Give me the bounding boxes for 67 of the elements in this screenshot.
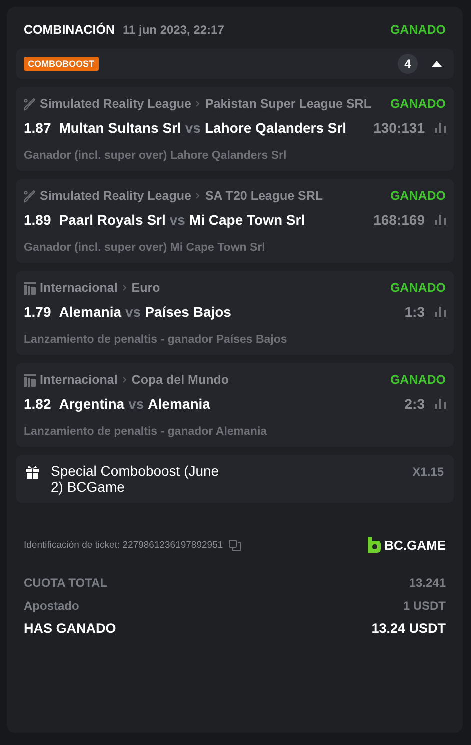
brand-logo-icon xyxy=(366,537,381,553)
league-name: SA T20 League SRL xyxy=(205,189,324,203)
bet-type: COMBINACIÓN xyxy=(24,23,115,37)
caret-icon[interactable] xyxy=(432,61,442,67)
copy-icon[interactable] xyxy=(229,540,242,550)
away-team: Mi Cape Town Srl xyxy=(189,212,306,228)
market-pick: Ganador (incl. super over) Mi Cape Town Srl xyxy=(24,241,266,256)
versus-label: vs xyxy=(170,212,186,228)
market-pick: Lanzamiento de penaltis - ganador Países Bajos xyxy=(24,333,288,348)
selection-status: GANADO xyxy=(390,189,446,203)
market-pick: Ganador (incl. super over) Lahore Qalanders Srl xyxy=(24,149,288,164)
score: 2:3 xyxy=(404,396,425,412)
home-team: Paarl Royals Srl xyxy=(59,212,166,228)
home-team: Argentina xyxy=(59,396,125,412)
sport-name: Internacional xyxy=(40,373,118,387)
sport-name: Internacional xyxy=(40,281,118,295)
league-name: Euro xyxy=(132,281,160,295)
odds: 1.89 xyxy=(24,212,52,228)
league-name: Pakistan Super League SRL xyxy=(205,97,372,111)
total-value: 13.24 USDT xyxy=(372,621,446,636)
score: 1:3 xyxy=(404,304,425,320)
chevron-icon xyxy=(196,101,200,107)
away-team: Lahore Qalanders Srl xyxy=(204,120,347,136)
odds: 1.79 xyxy=(24,304,52,320)
selection-count: 4 xyxy=(398,54,418,74)
gift-icon xyxy=(26,466,39,479)
away-team: Países Bajos xyxy=(145,304,232,320)
versus-label: vs xyxy=(128,396,144,412)
selection-status: GANADO xyxy=(390,373,446,387)
total-value: 1 USDT xyxy=(403,598,446,612)
home-team: Multan Sultans Srl xyxy=(59,120,182,136)
stats-icon[interactable] xyxy=(435,123,446,133)
brand-name: BC.GAME xyxy=(384,538,446,552)
penalty-logo-icon xyxy=(24,282,36,294)
chevron-icon xyxy=(122,285,127,291)
chevron-icon xyxy=(196,193,200,199)
bat-icon xyxy=(24,98,36,110)
odds: 1.82 xyxy=(24,396,52,412)
bet-status: GANADO xyxy=(390,23,446,37)
home-team: Alemania xyxy=(59,304,122,320)
stats-icon[interactable] xyxy=(435,215,446,225)
versus-label: vs xyxy=(185,120,201,136)
boost-multiplier: X1.15 xyxy=(412,465,444,479)
score: 168:169 xyxy=(374,212,425,228)
special-boost-title: Special Comboboost (June 2) BCGame xyxy=(51,463,220,495)
total-label: CUOTA TOTAL xyxy=(24,576,108,590)
market-pick: Lanzamiento de penaltis - ganador Alemania xyxy=(24,425,268,440)
score: 130:131 xyxy=(374,120,425,136)
away-team: Alemania xyxy=(148,396,210,412)
odds: 1.87 xyxy=(24,120,52,136)
sport-name: Simulated Reality League xyxy=(40,97,192,111)
selection-status: GANADO xyxy=(390,281,446,295)
bat-icon xyxy=(24,190,36,202)
total-value: 13.241 xyxy=(409,576,446,590)
total-label: HAS GANADO xyxy=(24,621,116,636)
bet-date: 11 jun 2023, 22:17 xyxy=(122,23,224,37)
chevron-icon xyxy=(122,377,127,383)
stats-icon[interactable] xyxy=(435,399,446,409)
total-label: Apostado xyxy=(24,598,80,612)
penalty-logo-icon xyxy=(24,374,36,386)
stats-icon[interactable] xyxy=(435,307,446,317)
ticket-id: Identificación de ticket: 2279861236197892951 xyxy=(24,540,224,550)
versus-label: vs xyxy=(126,304,142,320)
league-name: Copa del Mundo xyxy=(132,373,230,387)
comboboost-badge: COMBOBOOST xyxy=(24,57,98,71)
selection-status: GANADO xyxy=(390,97,446,111)
sport-name: Simulated Reality League xyxy=(40,189,192,203)
